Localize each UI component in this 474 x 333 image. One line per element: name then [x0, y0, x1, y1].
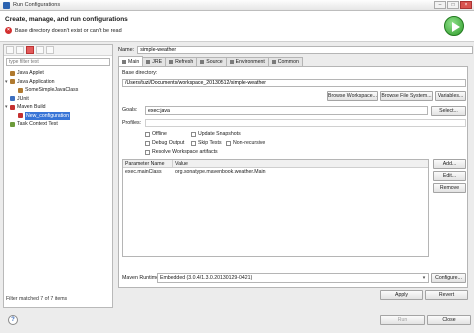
junit-icon: [10, 96, 15, 102]
jre-tab-icon: [146, 60, 151, 64]
profiles-input[interactable]: [145, 119, 466, 127]
collapse-all-icon[interactable]: [36, 46, 44, 54]
select-goals-button[interactable]: Select...: [431, 106, 466, 116]
window-title: Run Configurations: [13, 2, 61, 8]
run-button[interactable]: Run: [380, 315, 425, 325]
close-icon[interactable]: ×: [460, 1, 472, 9]
tree-item-junit[interactable]: JUnit: [4, 95, 112, 104]
config-tree: Java Applet ▾ Java Application SomeSimpl…: [4, 69, 112, 129]
environment-tab-icon: [229, 60, 234, 64]
window-controls: – □ ×: [434, 1, 472, 9]
table-row[interactable]: exec.mainClass org.sonatype.mavenbook.we…: [123, 168, 428, 176]
edit-param-button[interactable]: Edit...: [433, 171, 466, 181]
variables-button[interactable]: Variables...: [435, 91, 466, 101]
minimize-icon[interactable]: –: [434, 1, 446, 9]
checkbox-box[interactable]: [191, 131, 196, 137]
dialog-header: Create, manage, and run configurations ×…: [0, 11, 474, 42]
configure-button[interactable]: Configure...: [431, 273, 466, 283]
task-icon: [10, 121, 15, 127]
parameters-table: Parameter Name Value exec.mainClass org.…: [122, 159, 429, 257]
checkbox-box[interactable]: [145, 140, 150, 146]
run-icon: [444, 16, 464, 36]
maximize-icon[interactable]: □: [447, 1, 459, 9]
config-tree-pane: Java Applet ▾ Java Application SomeSimpl…: [3, 44, 113, 308]
config-tabs: Main JRE Refresh Source Environment Comm…: [118, 56, 303, 66]
skip-tests-checkbox[interactable]: Skip Tests: [191, 140, 222, 146]
new-config-icon[interactable]: [6, 46, 14, 54]
debug-output-checkbox[interactable]: Debug Output: [145, 140, 184, 146]
add-param-button[interactable]: Add...: [433, 159, 466, 169]
non-recursive-checkbox[interactable]: Non-recursive: [226, 140, 265, 146]
base-dir-input[interactable]: [122, 79, 466, 87]
error-icon: ×: [5, 27, 12, 34]
error-message: × Base directory doesn't exist or can't …: [5, 27, 122, 34]
checkbox-box[interactable]: [145, 131, 150, 137]
help-icon[interactable]: ?: [8, 315, 18, 325]
remove-param-button[interactable]: Remove: [433, 183, 466, 193]
profiles-label: Profiles:: [122, 120, 142, 126]
maven-runtime-select[interactable]: Embedded (3.0.4/1.3.0.20130129-0421) ▾: [157, 273, 429, 283]
tab-source[interactable]: Source: [196, 57, 227, 66]
main-tab-icon: [122, 59, 126, 64]
name-label: Name:: [118, 47, 135, 53]
maven-runtime-label: Maven Runtime:: [122, 275, 161, 281]
param-value-cell: org.sonatype.mavenbook.weather.Main: [175, 169, 266, 175]
tree-item-java-applet[interactable]: Java Applet: [4, 69, 112, 78]
maven-icon: [10, 104, 15, 110]
maven-config-icon: [18, 113, 23, 119]
filter-icon[interactable]: [46, 46, 54, 54]
goals-input[interactable]: [145, 106, 428, 115]
base-dir-label: Base directory:: [122, 70, 158, 76]
apply-button[interactable]: Apply: [380, 290, 423, 300]
chevron-down-icon: ▾: [422, 275, 426, 281]
tree-item-java-application[interactable]: ▾ Java Application: [4, 78, 112, 87]
resolve-workspace-checkbox[interactable]: Resolve Workspace artifacts: [145, 149, 218, 155]
config-editor: Name: Main JRE Refresh Source Environmen…: [116, 44, 474, 308]
tab-main[interactable]: Main: [118, 56, 144, 66]
checkbox-box[interactable]: [226, 140, 231, 146]
name-row: Name:: [118, 46, 474, 54]
common-tab-icon: [271, 60, 276, 64]
name-input[interactable]: [137, 46, 474, 54]
source-tab-icon: [200, 60, 205, 64]
browse-workspace-button[interactable]: Browse Workspace...: [327, 91, 378, 101]
goals-label: Goals:: [122, 107, 138, 113]
main-tab-panel: Base directory: Browse Workspace... Brow…: [118, 66, 468, 288]
refresh-tab-icon: [169, 60, 174, 64]
title-bar: Run Configurations – □ ×: [0, 0, 474, 11]
close-button[interactable]: Close: [427, 315, 471, 325]
table-header: Parameter Name Value: [123, 160, 428, 168]
column-header[interactable]: Value: [173, 160, 188, 167]
offline-checkbox[interactable]: Offline: [145, 131, 167, 137]
runtime-value: Embedded (3.0.4/1.3.0.20130129-0421): [160, 275, 253, 281]
update-snapshots-checkbox[interactable]: Update Snapshots: [191, 131, 241, 137]
filter-input[interactable]: [6, 58, 110, 66]
checkbox-box[interactable]: [191, 140, 196, 146]
java-app-icon: [10, 79, 15, 85]
java-class-icon: [18, 87, 23, 93]
error-text: Base directory doesn't exist or can't be…: [15, 27, 122, 34]
tab-environment[interactable]: Environment: [225, 57, 269, 66]
java-applet-icon: [10, 70, 15, 76]
param-name-cell: exec.mainClass: [125, 169, 162, 175]
duplicate-icon[interactable]: [16, 46, 24, 54]
checkbox-box[interactable]: [145, 149, 150, 155]
header-title: Create, manage, and run configurations: [5, 16, 128, 23]
tree-item-task-context-test[interactable]: Task Context Test: [4, 120, 112, 129]
tree-item-new-configuration[interactable]: New_configuration: [4, 111, 112, 120]
tab-jre[interactable]: JRE: [142, 57, 167, 66]
browse-filesystem-button[interactable]: Browse File System...: [380, 91, 433, 101]
tab-refresh[interactable]: Refresh: [165, 57, 198, 66]
filter-status: Filter matched 7 of 7 items: [6, 296, 68, 302]
revert-button[interactable]: Revert: [425, 290, 468, 300]
tree-toolbar: [4, 45, 112, 56]
tab-common[interactable]: Common: [267, 57, 303, 66]
tree-item-maven-build[interactable]: ▾ Maven Build: [4, 103, 112, 112]
app-icon: [3, 1, 10, 9]
delete-icon[interactable]: [26, 46, 34, 54]
tree-item-some-simple-java-class[interactable]: SomeSimpleJavaClass: [4, 86, 112, 95]
column-header[interactable]: Parameter Name: [123, 160, 173, 167]
